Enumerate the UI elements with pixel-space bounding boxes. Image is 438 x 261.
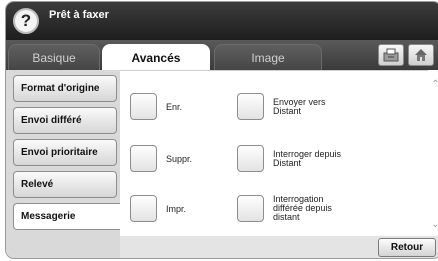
enr-label: Enr. <box>166 102 183 112</box>
sidebar: Format d'origine Envoi différé Envoi pri… <box>6 70 123 258</box>
help-button[interactable]: ? <box>13 8 39 34</box>
suppr-button[interactable] <box>130 145 157 172</box>
sidebar-item-messagerie[interactable]: Messagerie <box>13 203 123 230</box>
fax-screen: ? Prêt à faxer Basique Avancés Image For… <box>5 1 438 259</box>
envoyer-line2: Distant <box>273 106 302 116</box>
status-title: Prêt à faxer <box>49 9 109 21</box>
tab-basique[interactable]: Basique <box>8 44 100 70</box>
fax-status-button[interactable] <box>378 44 404 66</box>
impr-button[interactable] <box>130 195 157 222</box>
options-panel: Enr. Suppr. Impr. Envoyer vers Distant I… <box>120 70 428 236</box>
scroll-up-icon[interactable]: ⌃ <box>428 78 438 92</box>
interroger-depuis-distant-button[interactable] <box>237 145 264 172</box>
bottom-bar: Retour <box>120 236 438 258</box>
tab-image[interactable]: Image <box>214 44 322 70</box>
home-button[interactable] <box>408 44 434 66</box>
retour-button[interactable]: Retour <box>378 238 436 257</box>
interroger-line2: Distant <box>273 158 302 168</box>
interrogation-line3: distant <box>273 212 300 222</box>
status-header: ? Prêt à faxer <box>6 2 438 40</box>
sidebar-item-format-origine[interactable]: Format d'origine <box>13 75 117 102</box>
sidebar-item-envoi-differe[interactable]: Envoi différé <box>13 107 117 134</box>
interrogation-differee-label: Interrogation différée depuis distant <box>273 195 332 222</box>
fax-status-icon <box>383 48 399 62</box>
envoyer-vers-distant-label: Envoyer vers Distant <box>273 98 326 116</box>
sidebar-item-releve[interactable]: Relevé <box>13 171 117 198</box>
tab-avances[interactable]: Avancés <box>102 44 210 70</box>
impr-label: Impr. <box>166 204 187 214</box>
suppr-label: Suppr. <box>166 154 193 164</box>
scroll-down-icon[interactable]: ⌄ <box>428 218 438 232</box>
tab-bar: Basique Avancés Image <box>6 40 438 70</box>
sidebar-item-envoi-prioritaire[interactable]: Envoi prioritaire <box>13 139 117 166</box>
interrogation-differee-button[interactable] <box>237 195 264 222</box>
scrollbar[interactable]: ⌃ ⌄ <box>428 70 438 236</box>
home-icon <box>415 49 427 61</box>
envoyer-vers-distant-button[interactable] <box>237 93 264 120</box>
interroger-depuis-distant-label: Interroger depuis Distant <box>273 150 341 168</box>
enr-button[interactable] <box>130 93 157 120</box>
